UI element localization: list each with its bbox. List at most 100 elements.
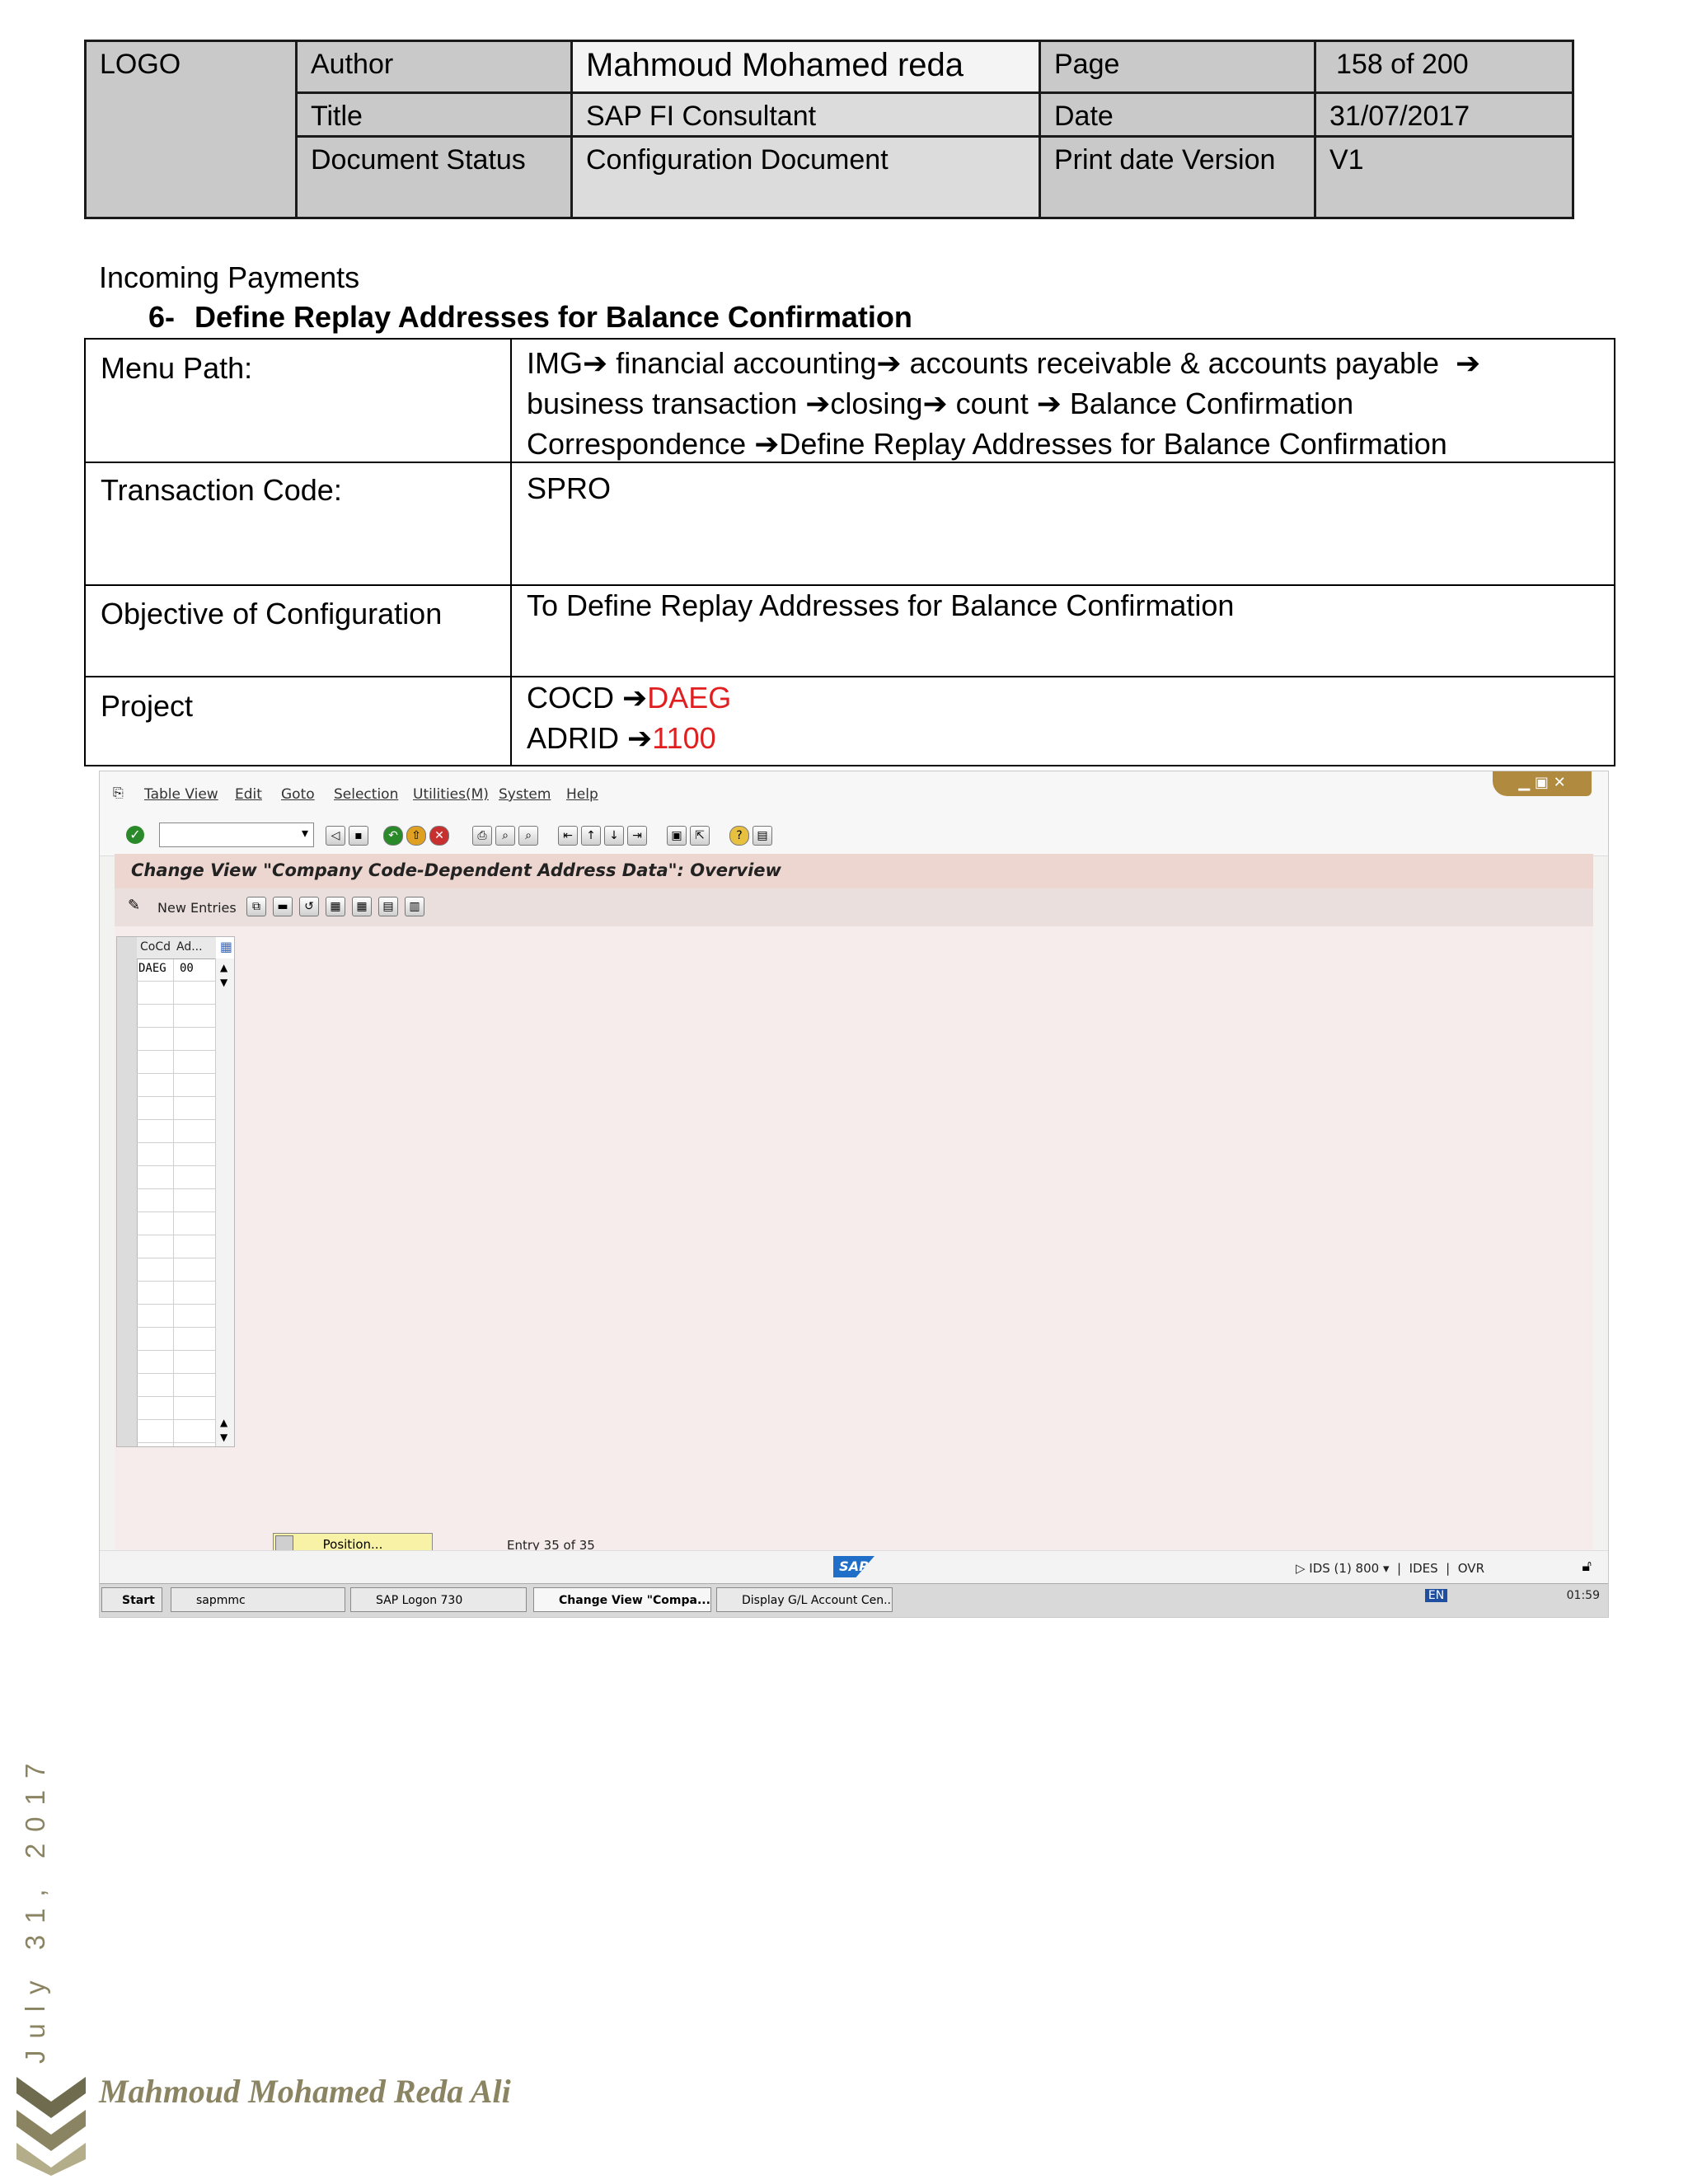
column-header-cocd[interactable]: CoCd xyxy=(140,940,171,954)
table-scrollbar[interactable]: ▲ ▼ ▲ ▼ xyxy=(215,958,234,1446)
row-selector-column[interactable] xyxy=(117,937,138,1446)
sap-logo: SAP xyxy=(833,1556,874,1577)
date-label: Date xyxy=(1054,101,1114,132)
first-page-icon[interactable]: ⇤ xyxy=(558,826,578,846)
screen-title-bar: Change View "Company Code-Dependent Addr… xyxy=(115,854,1593,889)
save-icon[interactable]: ▪ xyxy=(349,826,368,846)
standard-toolbar: ✓ ▾ ◁ ▪ ↶ ⇧ ✕ ⎙ ⌕ ⌕ ⇤ ↑ ↓ ⇥ ▣ ⇱ ? ▤ xyxy=(100,814,1608,856)
cancel-icon[interactable]: ✕ xyxy=(429,826,449,846)
objective-value: To Define Replay Addresses for Balance C… xyxy=(527,588,1235,622)
command-field[interactable]: ▾ xyxy=(159,823,314,847)
table-settings-icon[interactable]: ▦ xyxy=(220,939,232,954)
deselect-all-icon[interactable]: ▤ xyxy=(378,897,398,916)
page-label: Page xyxy=(1054,49,1120,80)
chevron-logo-icon xyxy=(16,2077,86,2176)
menu-path-value: IMG➔ financial accounting➔ accounts rece… xyxy=(527,346,1481,461)
project-line-cocd: COCD ➔DAEG xyxy=(527,681,732,715)
configuration-table: Menu Path: IMG➔ financial accounting➔ ac… xyxy=(84,338,1615,766)
menu-system[interactable]: System xyxy=(499,786,551,803)
undo-change-icon[interactable]: ↺ xyxy=(299,897,319,916)
system-info[interactable]: ▷ IDS (1) 800 ▾ | IDES | OVR xyxy=(1296,1561,1484,1576)
task-change-view[interactable]: Change View "Compa... xyxy=(533,1587,711,1612)
menu-help[interactable]: Help xyxy=(566,786,598,803)
application-toolbar: ✎ New Entries ⧉ ▬ ↺ ▦ ▦ ▤ ▥ xyxy=(115,888,1593,927)
project-value: COCD ➔DAEG ADRID ➔1100 xyxy=(527,677,1581,758)
windows-taskbar: Start sapmmc SAP Logon 730 Change View "… xyxy=(100,1583,1608,1617)
objective-label: Objective of Configuration xyxy=(101,597,443,630)
bc-set-icon[interactable]: ▥ xyxy=(405,897,424,916)
menu-table-view[interactable]: Table View xyxy=(144,786,218,803)
cell-cocd[interactable]: DAEG xyxy=(138,962,166,975)
back-arrow-icon[interactable]: ◁ xyxy=(326,826,345,846)
author-value: Mahmoud Mohamed reda xyxy=(573,42,1039,91)
side-date: July 31, 2017 xyxy=(20,1751,50,2064)
project-line-adrid: ADRID ➔1100 xyxy=(527,721,716,755)
sap-menu-bar: ⎘ Table View Edit Goto Selection Utiliti… xyxy=(100,771,1608,814)
grid-lines xyxy=(137,958,216,1446)
work-area: CoCd Ad... DAEG 00 ▲ ▼ ▲ ▼ ▦ Position...… xyxy=(115,926,1593,1556)
language-indicator[interactable]: EN xyxy=(1424,1589,1448,1602)
table-control: CoCd Ad... DAEG 00 ▲ ▼ ▲ ▼ ▦ xyxy=(116,936,235,1447)
print-version-label: Print date Version xyxy=(1054,144,1276,176)
title-value: SAP FI Consultant xyxy=(573,94,1039,135)
window-menu-icon[interactable]: ⎘ xyxy=(113,785,124,801)
parent-section-title: Incoming Payments xyxy=(99,260,360,294)
layout-menu-icon[interactable]: ▤ xyxy=(753,826,772,846)
transaction-code-value: SPRO xyxy=(527,471,612,505)
prev-page-icon[interactable]: ↑ xyxy=(581,826,601,846)
delete-icon[interactable]: ▬ xyxy=(273,897,293,916)
print-icon[interactable]: ⎙ xyxy=(472,826,492,846)
date-value: 31/07/2017 xyxy=(1329,101,1470,132)
dropdown-arrow-icon[interactable]: ▾ xyxy=(302,825,308,841)
sap-gui-window: ⎘ Table View Edit Goto Selection Utiliti… xyxy=(99,771,1609,1618)
section-number: 6- xyxy=(148,300,176,334)
scroll-up-icon[interactable]: ▲ xyxy=(220,962,227,973)
task-display-gl[interactable]: Display G/L Account Cen... xyxy=(716,1587,893,1612)
system-tray: EN 01:59 xyxy=(1424,1589,1600,1602)
back-icon[interactable]: ↶ xyxy=(383,826,403,846)
enter-check-icon[interactable]: ✓ xyxy=(126,826,144,844)
next-page-icon[interactable]: ↓ xyxy=(604,826,624,846)
help-icon[interactable]: ? xyxy=(729,826,749,846)
menu-path-label: Menu Path: xyxy=(101,351,253,385)
table-header: CoCd Ad... xyxy=(137,937,216,959)
create-session-icon[interactable]: ▣ xyxy=(667,826,687,846)
select-block-icon[interactable]: ▦ xyxy=(352,897,372,916)
task-sap-logon[interactable]: SAP Logon 730 xyxy=(350,1587,527,1612)
screen-title: Change View "Company Code-Dependent Addr… xyxy=(131,860,781,880)
clock: 01:59 xyxy=(1566,1589,1600,1602)
select-all-icon[interactable]: ▦ xyxy=(326,897,345,916)
exit-icon[interactable]: ⇧ xyxy=(406,826,426,846)
logo-placeholder: LOGO xyxy=(100,49,181,80)
pencil-icon[interactable]: ✎ xyxy=(128,897,140,914)
page-value: 158 of 200 xyxy=(1336,49,1469,80)
status-value: Configuration Document xyxy=(573,138,1039,217)
lock-icon[interactable]: 🔓︎ xyxy=(1582,1558,1592,1575)
menu-goto[interactable]: Goto xyxy=(281,786,315,803)
document-header-table: LOGO Author Mahmoud Mohamed reda Page 15… xyxy=(84,40,1574,219)
window-controls[interactable]: ▁ ▣ ✕ xyxy=(1493,771,1592,796)
section-heading-text: Define Replay Addresses for Balance Conf… xyxy=(195,300,912,334)
status-bar: SAP ▷ IDS (1) 800 ▾ | IDES | OVR 🔓︎ xyxy=(100,1550,1608,1584)
copy-as-icon[interactable]: ⧉ xyxy=(246,897,266,916)
find-next-icon[interactable]: ⌕ xyxy=(518,826,538,846)
start-button[interactable]: Start xyxy=(101,1587,162,1612)
column-header-address[interactable]: Ad... xyxy=(176,940,203,954)
last-page-icon[interactable]: ⇥ xyxy=(627,826,647,846)
menu-edit[interactable]: Edit xyxy=(235,786,262,803)
scroll-up-icon[interactable]: ▲ xyxy=(220,1417,227,1428)
task-sapmmc[interactable]: sapmmc xyxy=(171,1587,345,1612)
shortcut-icon[interactable]: ⇱ xyxy=(690,826,710,846)
scroll-down-icon[interactable]: ▼ xyxy=(220,1432,227,1443)
cell-address-id[interactable]: 00 xyxy=(180,962,194,975)
signature: Mahmoud Mohamed Reda Ali xyxy=(99,2073,511,2110)
transaction-code-label: Transaction Code: xyxy=(101,473,342,507)
new-entries-button[interactable]: New Entries xyxy=(157,900,237,916)
menu-selection[interactable]: Selection xyxy=(334,786,398,803)
find-icon[interactable]: ⌕ xyxy=(495,826,515,846)
menu-utilities[interactable]: Utilities(M) xyxy=(413,786,489,803)
section-heading: 6- Define Replay Addresses for Balance Co… xyxy=(148,300,912,335)
scroll-down-icon[interactable]: ▼ xyxy=(220,977,227,988)
print-version-value: V1 xyxy=(1329,144,1364,176)
author-label: Author xyxy=(311,49,394,80)
